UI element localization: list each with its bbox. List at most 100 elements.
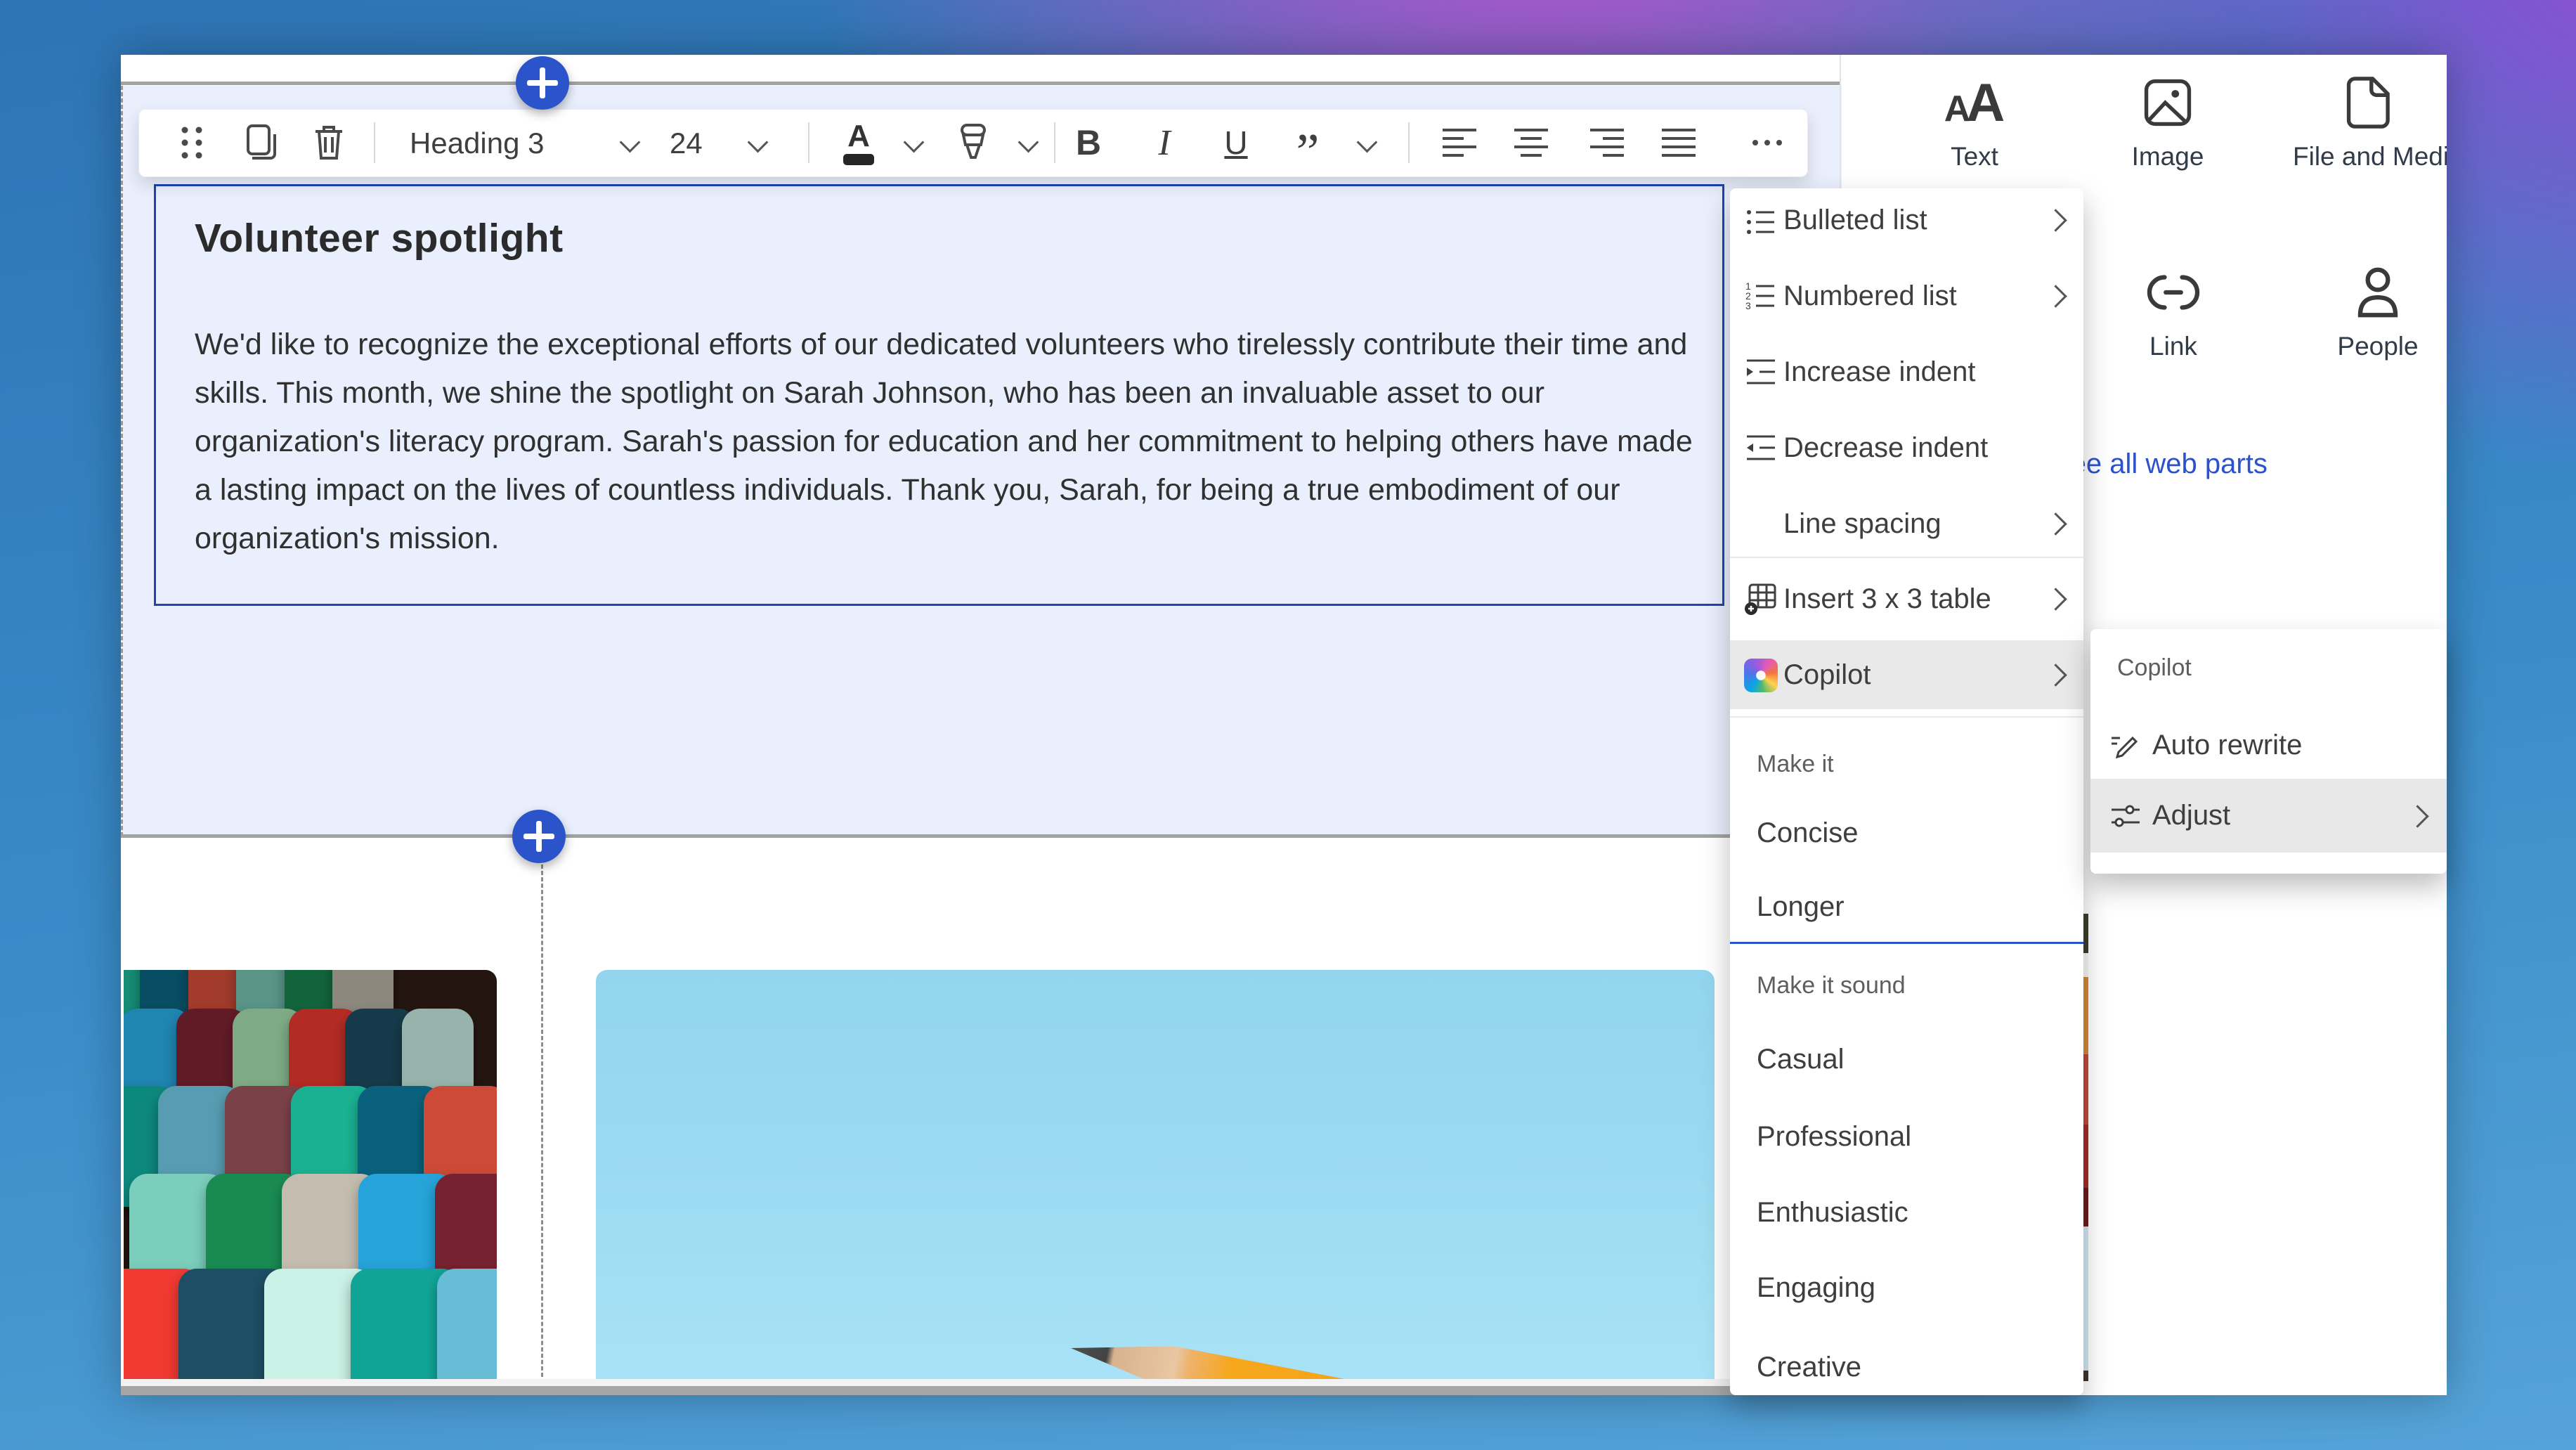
delete-button[interactable]: [304, 117, 354, 168]
submenu-header: Copilot: [2117, 640, 2192, 696]
menu-item-increase-indent[interactable]: Increase indent: [1730, 338, 2083, 406]
align-center-icon: [1513, 127, 1549, 158]
font-color-button[interactable]: A: [833, 117, 884, 168]
text-style-dropdown[interactable]: Heading 3: [410, 110, 544, 176]
chevron-down-icon[interactable]: [748, 132, 769, 153]
webpart-link[interactable]: Link: [2096, 259, 2251, 361]
menu-option-concise[interactable]: Concise: [1757, 799, 2059, 867]
pencil-graphic: [1067, 1326, 1696, 1381]
menu-item-decrease-indent[interactable]: Decrease indent: [1730, 414, 2083, 481]
bulleted-list-icon: [1744, 205, 1778, 239]
menu-group-header: Make it: [1757, 736, 1834, 792]
justify-button[interactable]: [1653, 117, 1704, 168]
chevron-right-icon: [2044, 588, 2067, 611]
chevron-right-icon: [2044, 512, 2067, 536]
webpart-file-and-media[interactable]: File and Media: [2293, 69, 2447, 171]
menu-option-professional[interactable]: Professional: [1757, 1103, 2059, 1170]
align-left-icon: [1441, 127, 1478, 158]
toolbar-divider: [1054, 122, 1055, 163]
horizontal-scrollbar-thumb[interactable]: [121, 1386, 1840, 1395]
bold-button[interactable]: B: [1063, 117, 1114, 168]
bold-icon: B: [1076, 122, 1101, 163]
horizontal-scrollbar-track: [121, 1379, 1840, 1386]
submenu-item-adjust[interactable]: Adjust: [2090, 779, 2447, 853]
quote-icon: ”: [1296, 142, 1320, 163]
editor-paragraph[interactable]: We'd like to recognize the exceptional e…: [195, 321, 1705, 563]
chevron-down-icon[interactable]: [620, 132, 641, 153]
menu-item-label: Bulleted list: [1783, 188, 1927, 256]
chevron-right-icon: [2044, 663, 2067, 687]
webpart-label: People: [2301, 332, 2447, 361]
format-toolbar: Heading 3 24 A B I U ”: [138, 109, 1808, 177]
editor-heading[interactable]: Volunteer spotlight: [195, 215, 564, 261]
submenu-item-label: Adjust: [2152, 779, 2230, 849]
submenu-item-label: Auto rewrite: [2152, 710, 2302, 780]
more-options-button[interactable]: [1742, 117, 1793, 168]
menu-item-label: Increase indent: [1783, 338, 1976, 406]
toolbar-divider: [374, 122, 375, 163]
menu-option-longer[interactable]: Longer: [1757, 873, 2059, 940]
add-section-button-middle[interactable]: [512, 810, 566, 863]
menu-item-numbered-list[interactable]: 123 Numbered list: [1730, 262, 2083, 330]
menu-item-label: Decrease indent: [1783, 414, 1988, 481]
menu-item-label: Copilot: [1783, 640, 1871, 708]
menu-item-label: Insert 3 x 3 table: [1783, 565, 1991, 633]
menu-item-copilot[interactable]: Copilot: [1730, 640, 2083, 709]
submenu-item-auto-rewrite[interactable]: Auto rewrite: [2090, 710, 2447, 780]
menu-option-casual[interactable]: Casual: [1757, 1025, 2059, 1093]
menu-divider: [1730, 557, 2083, 558]
see-all-web-parts-link[interactable]: See all web parts: [2052, 448, 2268, 480]
increase-indent-icon: [1744, 355, 1778, 389]
menu-item-label: Numbered list: [1783, 262, 1957, 330]
section-boundary-line-middle: [121, 834, 1840, 838]
highlighter-icon: [956, 122, 991, 163]
menu-group-header: Make it sound: [1757, 957, 1906, 1014]
underline-icon: U: [1224, 124, 1247, 162]
align-left-button[interactable]: [1434, 117, 1485, 168]
quote-button[interactable]: ”: [1282, 117, 1333, 168]
svg-text:3: 3: [1745, 300, 1751, 311]
italic-icon: I: [1158, 122, 1170, 164]
font-size-dropdown[interactable]: 24: [670, 110, 703, 176]
chairs-photo-canvas: [124, 970, 497, 1381]
webpart-image[interactable]: Image: [2090, 69, 2245, 171]
menu-divider-accent: [1730, 942, 2083, 944]
pencil-image[interactable]: [596, 970, 1715, 1381]
drag-handle[interactable]: [167, 117, 217, 168]
chevron-down-icon[interactable]: [904, 132, 925, 153]
webpart-label: Text: [1897, 142, 2052, 171]
webpart-label: File and Media: [2293, 142, 2447, 171]
copy-button[interactable]: [235, 117, 286, 168]
image-webpart-icon: [2090, 69, 2245, 136]
menu-option-engaging[interactable]: Engaging: [1757, 1254, 2059, 1321]
webpart-text[interactable]: AA Text: [1897, 69, 2052, 171]
align-right-button[interactable]: [1582, 117, 1632, 168]
webpart-people[interactable]: People: [2301, 259, 2447, 361]
chevron-right-icon: [2406, 805, 2429, 828]
menu-item-insert-table[interactable]: Insert 3 x 3 table: [1730, 565, 2083, 633]
toolbar-divider: [1408, 122, 1410, 163]
menu-item-label: Line spacing: [1783, 490, 1941, 557]
highlight-button[interactable]: [948, 117, 998, 168]
add-section-button-top[interactable]: [516, 56, 569, 110]
chevron-down-icon[interactable]: [1357, 132, 1378, 153]
numbered-list-icon: 123: [1744, 279, 1778, 313]
section-boundary-line-top: [121, 82, 1840, 85]
align-right-icon: [1589, 127, 1625, 158]
menu-option-enthusiastic[interactable]: Enthusiastic: [1757, 1179, 2059, 1246]
align-center-button[interactable]: [1506, 117, 1556, 168]
underline-button[interactable]: U: [1211, 117, 1261, 168]
text-webpart-icon: AA: [1897, 69, 2052, 136]
italic-button[interactable]: I: [1139, 117, 1190, 168]
menu-item-bulleted-list[interactable]: Bulleted list: [1730, 188, 2083, 252]
menu-option-creative[interactable]: Creative: [1757, 1333, 2059, 1401]
webpart-label: Image: [2090, 142, 2245, 171]
decrease-indent-icon: [1744, 431, 1778, 465]
justify-icon: [1660, 127, 1697, 158]
menu-item-line-spacing[interactable]: Line spacing: [1730, 490, 2083, 557]
chairs-image[interactable]: [124, 970, 497, 1381]
copilot-submenu: Copilot Auto rewrite Adjust: [2090, 629, 2447, 874]
chevron-right-icon: [2044, 285, 2067, 308]
text-format-context-menu: Bulleted list 123 Numbered list Increase…: [1730, 188, 2083, 1395]
chevron-down-icon[interactable]: [1018, 132, 1039, 153]
